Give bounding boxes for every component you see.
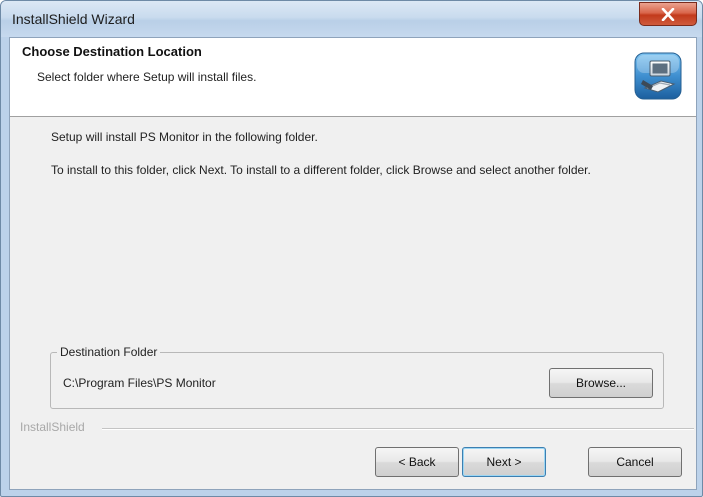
next-button[interactable]: Next > — [462, 447, 546, 477]
wizard-client-area: Choose Destination Location Select folde… — [9, 37, 697, 490]
back-button[interactable]: < Back — [375, 447, 459, 477]
footer-divider — [102, 428, 694, 430]
page-title: Choose Destination Location — [22, 44, 202, 59]
window-title: InstallShield Wizard — [12, 11, 135, 27]
installshield-brand-label: InstallShield — [20, 420, 85, 434]
page-subtitle: Select folder where Setup will install f… — [37, 70, 257, 84]
instructions-text: To install to this folder, click Next. T… — [51, 163, 591, 177]
close-icon — [661, 8, 675, 21]
browse-button[interactable]: Browse... — [549, 368, 653, 398]
installshield-window: InstallShield Wizard Choose Destination … — [0, 0, 703, 497]
cancel-button[interactable]: Cancel — [588, 447, 682, 477]
install-info-text: Setup will install PS Monitor in the fol… — [51, 130, 318, 144]
computer-install-icon — [634, 52, 682, 100]
destination-path: C:\Program Files\PS Monitor — [63, 376, 216, 390]
title-bar[interactable]: InstallShield Wizard — [1, 1, 702, 37]
destination-folder-label: Destination Folder — [57, 345, 161, 359]
close-button[interactable] — [639, 2, 697, 26]
wizard-header: Choose Destination Location Select folde… — [10, 38, 696, 117]
